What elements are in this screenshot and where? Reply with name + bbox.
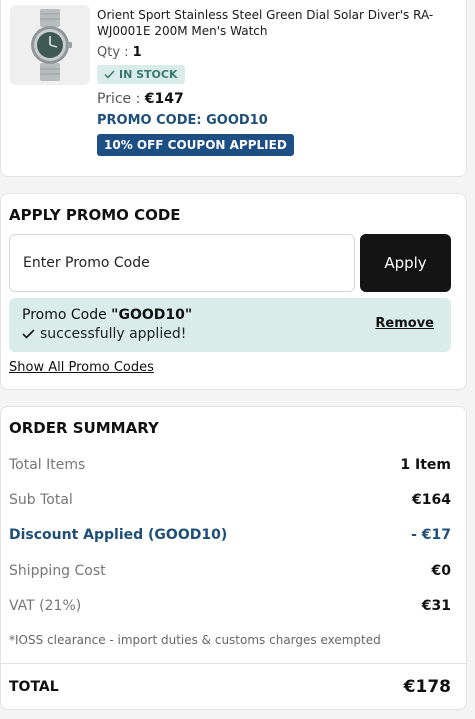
promo-applied-line: Promo Code "GOOD10" [22,307,192,323]
price: Price : €147 [97,91,457,107]
check-icon [104,70,115,79]
promo-code-label: PROMO CODE: [97,113,207,128]
quantity-label: Qty : [97,45,133,60]
ioss-note: *IOSS clearance - import duties & custom… [9,633,381,647]
summary-row-sub-total: Sub Total €164 [9,492,451,508]
summary-value: - €17 [411,527,451,543]
order-summary-card: ORDER SUMMARY Total Items 1 Item Sub Tot… [0,406,467,710]
product-title[interactable]: Orient Sport Stainless Steel Green Dial … [97,7,457,39]
summary-value: €164 [412,492,451,508]
price-value: €147 [144,91,184,107]
promo-applied-status: successfully applied! [22,326,186,342]
show-all-promo-codes-link[interactable]: Show All Promo Codes [9,360,154,375]
summary-row-vat: VAT (21%) €31 [9,598,451,614]
promo-code-value: GOOD10 [206,113,268,128]
summary-row-shipping: Shipping Cost €0 [9,563,451,579]
summary-label: Total Items [9,457,86,473]
total-value: €178 [403,677,451,697]
summary-label: VAT (21%) [9,598,82,614]
quantity-value: 1 [132,45,142,60]
promo-applied-code: "GOOD10" [111,307,193,323]
check-icon [22,329,35,339]
remove-promo-link[interactable]: Remove [375,316,434,331]
apply-promo-title: APPLY PROMO CODE [9,206,181,224]
summary-label: Shipping Cost [9,563,106,579]
cart-item-card: Orient Sport Stainless Steel Green Dial … [0,0,467,177]
summary-row-total-items: Total Items 1 Item [9,457,451,473]
promo-code-input[interactable] [9,234,355,292]
promo-applied-message: Promo Code "GOOD10" successfully applied… [9,298,451,352]
stock-badge: IN STOCK [97,65,185,84]
total-label: TOTAL [9,679,59,695]
stock-label: IN STOCK [119,68,178,81]
summary-label: Sub Total [9,492,73,508]
product-image[interactable] [10,5,90,85]
summary-value: €0 [431,563,451,579]
price-label: Price : [97,91,145,107]
quantity: Qty : 1 [97,45,457,60]
order-summary-title: ORDER SUMMARY [9,419,159,437]
summary-label: Discount Applied (GOOD10) [9,527,228,543]
promo-applied-text: successfully applied! [40,326,187,342]
apply-promo-card: APPLY PROMO CODE Apply Promo Code "GOOD1… [0,193,467,390]
apply-button[interactable]: Apply [360,234,451,292]
summary-row-discount: Discount Applied (GOOD10) - €17 [9,527,451,543]
coupon-applied-badge: 10% OFF COUPON APPLIED [97,134,294,156]
total-row: TOTAL €178 [9,677,451,697]
promo-applied-prefix: Promo Code [22,307,112,323]
summary-value: €31 [421,598,451,614]
watch-image [31,9,72,81]
promo-code-line: PROMO CODE: GOOD10 [97,113,457,128]
divider [1,663,466,664]
summary-value: 1 Item [400,457,451,473]
